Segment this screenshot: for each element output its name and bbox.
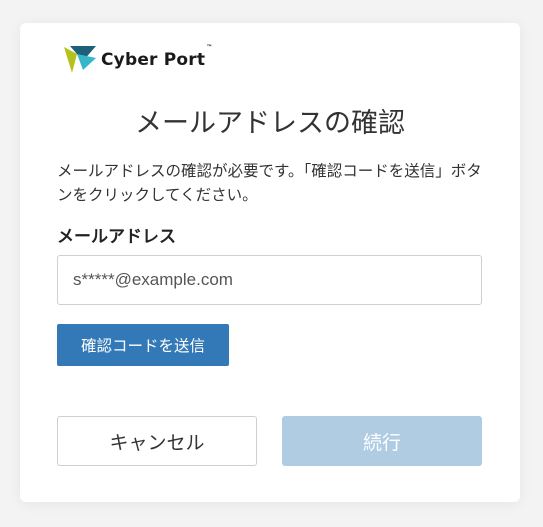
cyber-port-logo-icon xyxy=(64,46,96,73)
page-title: メールアドレスの確認 xyxy=(135,108,405,139)
verification-card: Cyber Port™ メールアドレスの確認 メールアドレスの確認が必要です。「… xyxy=(20,23,520,502)
cyber-port-logo: Cyber Port™ xyxy=(63,44,213,75)
send-code-button[interactable]: 確認コードを送信 xyxy=(57,324,229,366)
email-label: メールアドレス xyxy=(57,227,176,247)
email-field[interactable] xyxy=(57,255,482,305)
page-description: メールアドレスの確認が必要です。「確認コードを送信」ボタンをクリックしてください… xyxy=(57,162,482,204)
cancel-button[interactable]: キャンセル xyxy=(57,416,257,466)
trademark-symbol: ™ xyxy=(206,44,213,51)
continue-button[interactable]: 続行 xyxy=(282,416,482,466)
brand-name: Cyber Port™ xyxy=(101,44,213,70)
